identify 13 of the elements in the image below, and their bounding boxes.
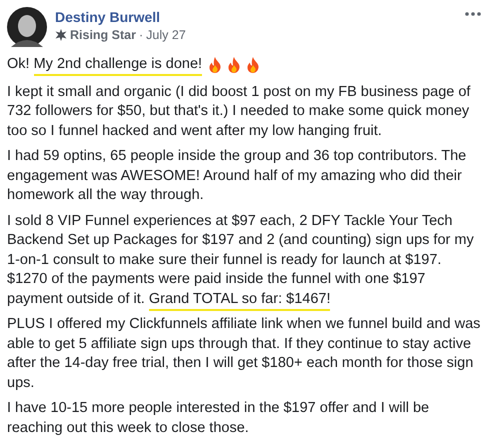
more-options-icon[interactable]: [465, 12, 481, 16]
post-paragraph: I sold 8 VIP Funnel experiences at $97 each, 2 DFY Tackle Your Tech Backend Set up Packages for $197 and 2 (and counting) sign ups for my 1-on-1 consult to make sure their funnel is ready for launch at $197. $1270 of the payments were paid inside the funnel with one $197 payment outside of it. Grand TOTAL so far: $1467!: [7, 212, 481, 309]
badge-label[interactable]: Rising Star: [70, 26, 136, 44]
post-paragraph: I had 59 optins, 65 people inside the group and 36 top contributors. The engagement was AWESOME! Around half of my amazing who did their homework all the way through.: [7, 147, 468, 205]
post-date[interactable]: July 27: [146, 26, 186, 44]
post-paragraph: I kept it small and organic (I did boost 1 post on my FB business page of 732 followers for $50, but that's it.) I needed to make some quick money too so I funnel hacked and went after my low hanging fruit.: [7, 82, 472, 140]
separator: ·: [139, 27, 144, 44]
post-paragraph: I have 10-15 more people interested in the $197 offer and I will be reaching out this week to close those.: [7, 399, 430, 438]
avatar[interactable]: [7, 7, 47, 47]
post-paragraph: PLUS I offered my Clickfunnels affiliate link when we funnel build and was able to get 5 affiliate sign ups through that. If they continue to stay active after the 14-day free trial, then I will get $180+ each month for those sign ups.: [7, 315, 481, 392]
author-name[interactable]: Destiny Burwell: [55, 8, 465, 26]
badge-icon: [55, 29, 67, 41]
post-paragraph: Ok! My 2nd challenge is done!: [7, 55, 202, 74]
